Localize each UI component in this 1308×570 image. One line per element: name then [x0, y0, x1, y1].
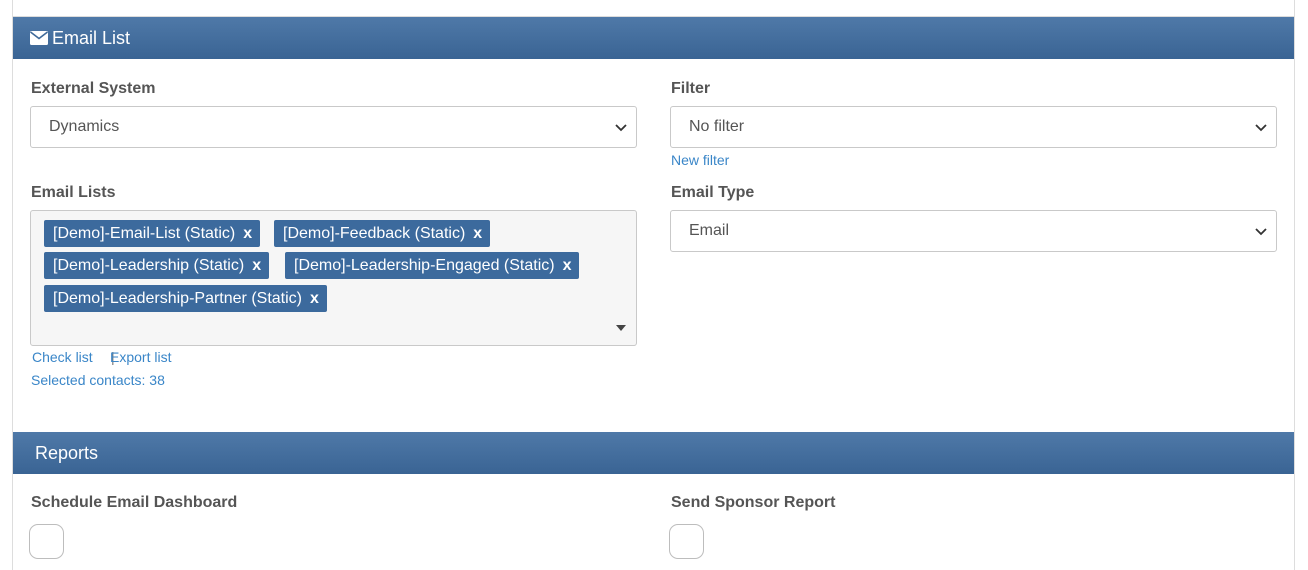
- email-list-panel-title: Email List: [52, 27, 131, 48]
- dropdown-caret-icon[interactable]: [616, 325, 626, 331]
- selected-contacts-count: Selected contacts: 38: [31, 372, 165, 388]
- check-list-link[interactable]: Check list: [32, 349, 93, 365]
- reports-panel-header: Reports: [13, 432, 1294, 474]
- new-filter-link[interactable]: New filter: [671, 152, 729, 168]
- email-list-tag: [Demo]-Leadership-Partner (Static) x: [44, 285, 327, 312]
- email-list-tag: [Demo]-Email-List (Static) x: [44, 220, 261, 247]
- chevron-down-icon: [1255, 228, 1267, 236]
- envelope-icon: [30, 31, 48, 45]
- schedule-email-dashboard-label: Schedule Email Dashboard: [31, 494, 238, 511]
- send-sponsor-report-label: Send Sponsor Report: [671, 494, 836, 511]
- email-lists-multiselect[interactable]: [Demo]-Email-List (Static) x [Demo]-Feed…: [30, 210, 637, 346]
- email-list-panel-header: Email List: [13, 17, 1294, 59]
- tag-label: [Demo]-Leadership-Partner (Static): [53, 289, 302, 307]
- external-system-label: External System: [31, 80, 156, 97]
- filter-select[interactable]: No filter: [670, 106, 1277, 148]
- export-list-link[interactable]: Export list: [110, 349, 171, 365]
- email-type-label: Email Type: [671, 184, 755, 201]
- external-system-value: Dynamics: [49, 118, 120, 135]
- send-sponsor-report-toggle[interactable]: [669, 524, 704, 559]
- email-list-tag: [Demo]-Leadership (Static) x: [44, 252, 270, 279]
- tag-remove-button[interactable]: x: [563, 257, 572, 275]
- tag-label: [Demo]-Leadership-Engaged (Static): [294, 256, 555, 274]
- tag-remove-button[interactable]: x: [252, 257, 261, 275]
- filter-value: No filter: [689, 118, 745, 135]
- email-type-value: Email: [689, 222, 730, 239]
- tag-remove-button[interactable]: x: [243, 225, 252, 243]
- email-type-select[interactable]: Email: [670, 210, 1277, 252]
- email-list-tag: [Demo]-Leadership-Engaged (Static) x: [285, 252, 580, 279]
- external-system-select[interactable]: Dynamics: [30, 106, 637, 148]
- tag-label: [Demo]-Leadership (Static): [53, 256, 245, 274]
- chevron-down-icon: [1255, 124, 1267, 132]
- tag-label: [Demo]-Feedback (Static): [283, 224, 466, 242]
- schedule-email-dashboard-toggle[interactable]: [29, 524, 64, 559]
- reports-panel-title: Reports: [35, 442, 99, 463]
- tag-remove-button[interactable]: x: [473, 225, 482, 243]
- email-list-tag: [Demo]-Feedback (Static) x: [274, 220, 491, 247]
- email-lists-label: Email Lists: [31, 184, 116, 201]
- chevron-down-icon: [615, 124, 627, 132]
- page-frame: Email List External System Dynamics Filt…: [12, 0, 1295, 570]
- tag-label: [Demo]-Email-List (Static): [53, 224, 236, 242]
- tag-remove-button[interactable]: x: [310, 290, 319, 308]
- filter-label: Filter: [671, 80, 711, 97]
